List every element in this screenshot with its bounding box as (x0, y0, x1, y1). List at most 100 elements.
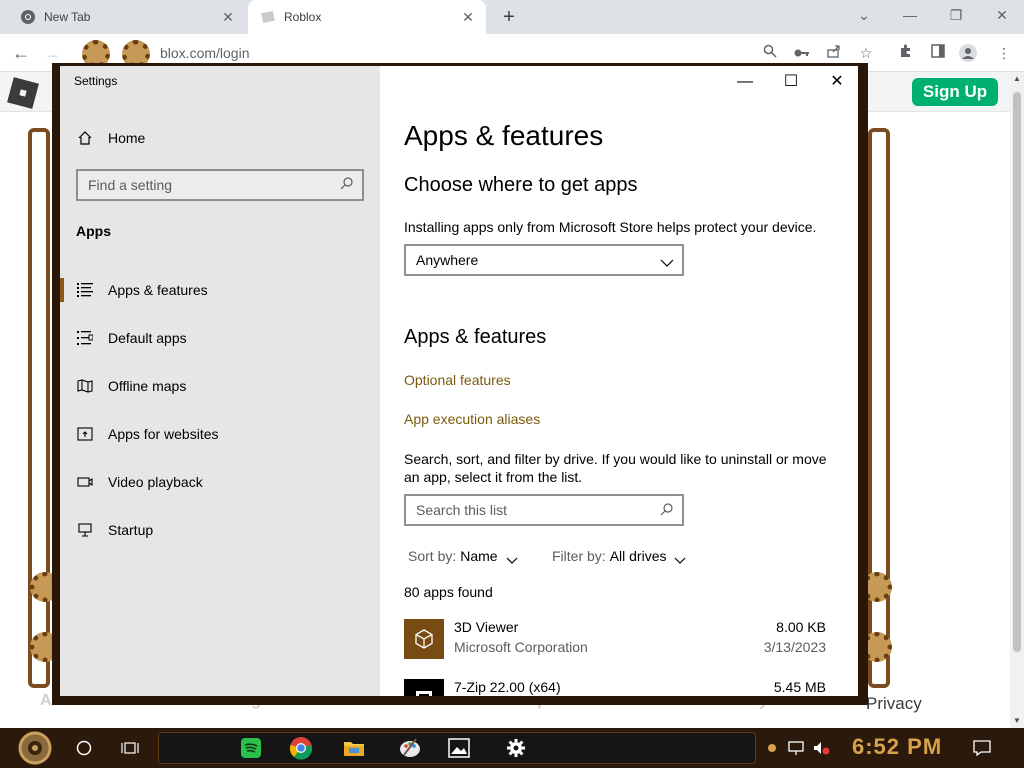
app-publisher: Microsoft Corporation (454, 639, 588, 655)
search-placeholder: Find a setting (88, 177, 173, 193)
key-icon[interactable] (792, 43, 812, 63)
profile-avatar-icon[interactable] (958, 43, 978, 63)
tab-search-icon[interactable]: ⌄ (852, 4, 876, 26)
app-size: 5.45 MB (773, 679, 826, 695)
zoom-search-icon[interactable] (760, 43, 780, 63)
restore-icon[interactable]: ❐ (944, 4, 968, 26)
settings-window: Settings Home Find a setting Apps Apps &… (60, 66, 858, 696)
app-list-item[interactable]: 7-Zip 22.00 (x64) 5.45 MB (404, 679, 830, 696)
action-center-icon[interactable] (966, 732, 998, 764)
maximize-icon[interactable]: ☐ (768, 66, 814, 98)
menu-kebab-icon[interactable]: ⋮ (994, 43, 1014, 63)
sidebar-item-label: Startup (108, 522, 154, 538)
app-list-item[interactable]: 3D Viewer Microsoft Corporation 8.00 KB … (404, 619, 830, 663)
sidebar-item-video-playback[interactable]: Video playback (60, 462, 380, 502)
bookmark-star-icon[interactable]: ☆ (856, 43, 876, 63)
close-tab-icon[interactable]: ✕ (460, 9, 476, 25)
page-scrollbar[interactable]: ▲ ▼ (1010, 72, 1024, 728)
scroll-thumb[interactable] (1013, 92, 1021, 652)
dropdown-value: Anywhere (416, 252, 479, 268)
volume-muted-icon[interactable] (810, 732, 832, 764)
settings-gear-icon[interactable] (500, 732, 532, 764)
sidebar-item-apps-websites[interactable]: Apps for websites (60, 414, 380, 454)
search-list-input[interactable]: Search this list (404, 494, 684, 526)
steampunk-frame-left (28, 128, 50, 688)
sort-by-dropdown[interactable]: Sort by: Name (408, 548, 518, 564)
chevron-down-icon (660, 254, 674, 267)
share-icon[interactable] (824, 43, 844, 63)
optional-features-link[interactable]: Optional features (404, 372, 511, 388)
start-button[interactable] (12, 730, 58, 766)
scroll-down-icon[interactable]: ▼ (1010, 714, 1024, 728)
apps-features-heading: Apps & features (404, 326, 547, 348)
close-window-icon[interactable]: ✕ (990, 4, 1014, 26)
sidebar-item-startup[interactable]: Startup (60, 510, 380, 550)
filter-label: Filter by: (552, 548, 606, 564)
chevron-down-icon (506, 552, 518, 564)
tab-roblox[interactable]: Roblox ✕ (248, 0, 486, 34)
sidebar-item-home[interactable]: Home (60, 118, 380, 158)
search-description: Search, sort, and filter by drive. If yo… (404, 451, 827, 485)
side-panel-icon[interactable] (928, 43, 948, 63)
sidebar-item-label: Default apps (108, 330, 187, 346)
offline-maps-icon (76, 377, 94, 395)
new-tab-button[interactable]: + (498, 6, 520, 28)
url-text[interactable]: blox.com/login (160, 45, 250, 61)
filter-value: All drives (609, 548, 667, 564)
taskbar: 6:52 PM (0, 728, 1024, 768)
roblox-logo-icon[interactable] (7, 77, 39, 109)
app-name: 7-Zip 22.00 (x64) (454, 679, 561, 695)
choose-apps-description: Installing apps only from Microsoft Stor… (404, 219, 817, 235)
settings-sidebar: Settings Home Find a setting Apps Apps &… (60, 66, 380, 696)
window-title: Settings (74, 74, 118, 88)
search-icon (340, 176, 356, 192)
file-explorer-icon[interactable] (338, 732, 370, 764)
spotify-icon[interactable] (235, 732, 267, 764)
sidebar-item-offline-maps[interactable]: Offline maps (60, 366, 380, 406)
app-size: 8.00 KB (776, 619, 826, 635)
minimize-icon[interactable]: — (898, 4, 922, 26)
network-icon[interactable] (786, 732, 808, 764)
page-title: Apps & features (404, 120, 604, 151)
minimize-icon[interactable]: — (722, 66, 768, 98)
app-execution-aliases-link[interactable]: App execution aliases (404, 411, 540, 427)
sidebar-item-label: Offline maps (108, 378, 187, 394)
app-name: 3D Viewer (454, 619, 519, 635)
sidebar-item-label: Home (108, 130, 146, 146)
section-heading: Apps (76, 223, 111, 239)
sidebar-item-label: Apps & features (108, 282, 208, 298)
tab-new-tab[interactable]: New Tab ✕ (8, 0, 246, 34)
tab-title: New Tab (44, 10, 91, 24)
video-playback-icon (76, 473, 94, 491)
apps-websites-icon (76, 425, 94, 443)
search-placeholder: Search this list (416, 502, 508, 518)
find-setting-input[interactable]: Find a setting (76, 169, 364, 201)
signup-button[interactable]: Sign Up (912, 78, 998, 106)
app-source-dropdown[interactable]: Anywhere (404, 244, 684, 276)
default-apps-icon (76, 329, 94, 347)
close-tab-icon[interactable]: ✕ (220, 9, 236, 25)
back-icon[interactable]: ← (8, 41, 34, 65)
task-view-icon[interactable] (114, 732, 146, 764)
filter-by-dropdown[interactable]: Filter by: All drives (552, 548, 686, 564)
footer-link-privacy[interactable]: Privacy (866, 694, 922, 714)
close-icon[interactable]: ✕ (814, 66, 858, 98)
sidebar-item-label: Apps for websites (108, 426, 219, 442)
startup-icon (76, 521, 94, 539)
scroll-up-icon[interactable]: ▲ (1010, 72, 1024, 86)
photos-icon[interactable] (443, 732, 475, 764)
sort-value: Name (460, 548, 498, 564)
3d-viewer-icon (404, 619, 444, 659)
chrome-icon (20, 9, 36, 25)
sidebar-item-apps-features[interactable]: Apps & features (60, 270, 380, 310)
apps-count: 80 apps found (404, 584, 493, 600)
sidebar-item-default-apps[interactable]: Default apps (60, 318, 380, 358)
sort-label: Sort by: (408, 548, 457, 564)
paint-palette-icon[interactable] (394, 732, 426, 764)
chrome-icon[interactable] (285, 732, 317, 764)
tray-overflow-icon[interactable] (762, 732, 782, 764)
clock-time[interactable]: 6:52 PM (852, 734, 942, 760)
extensions-icon[interactable] (896, 43, 916, 63)
cortana-search-icon[interactable] (68, 732, 100, 764)
app-date: 3/13/2023 (763, 639, 826, 655)
